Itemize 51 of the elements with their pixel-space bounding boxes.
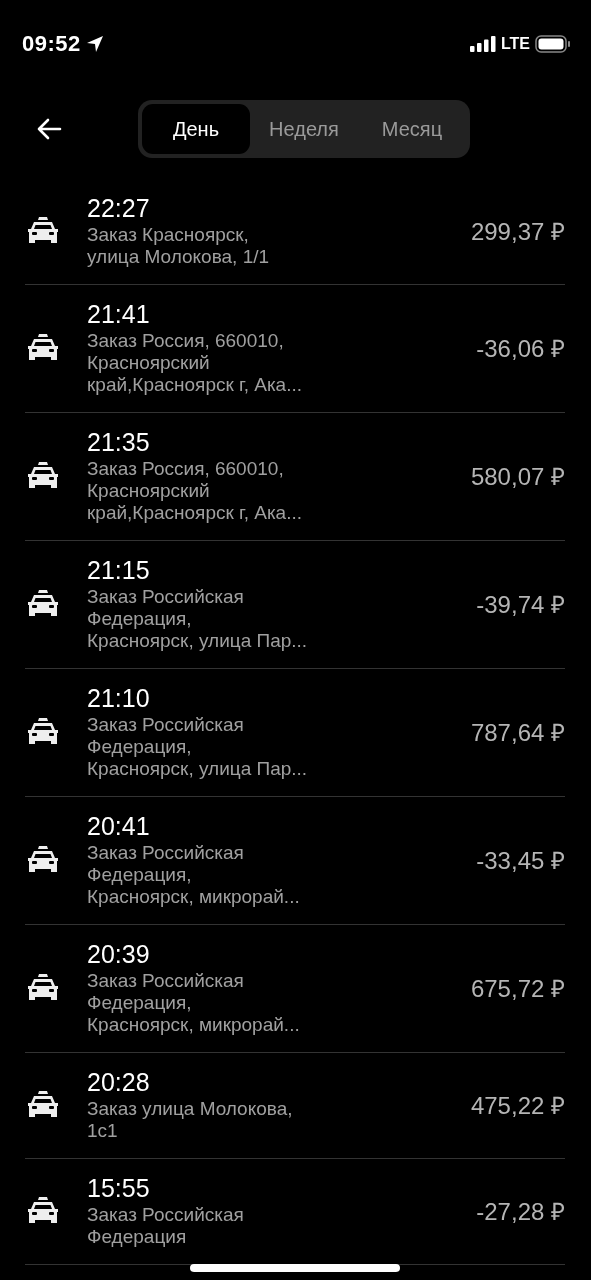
order-address: Заказ Красноярск, улица Молокова, 1/1 bbox=[87, 224, 271, 268]
order-amount: -33,45 ₽ bbox=[476, 845, 565, 876]
order-time: 20:41 bbox=[87, 811, 151, 842]
taxi-icon bbox=[27, 461, 59, 489]
network-type: LTE bbox=[500, 35, 530, 53]
order-row[interactable]: 20:39 Заказ Российская Федерация, Красноярск, микрорай... 675,72 ₽ bbox=[25, 925, 565, 1053]
order-row[interactable]: 21:35 Заказ Россия, 660010, Красноярский край,Красноярск г, Ака... 580,07 ₽ bbox=[25, 413, 565, 541]
order-amount: 299,37 ₽ bbox=[470, 216, 565, 247]
order-amount: -27,28 ₽ bbox=[476, 1196, 565, 1227]
order-address: Заказ Российская Федерация, Красноярск, микрорай... bbox=[87, 842, 301, 908]
order-address: Заказ Россия, 660010, Красноярский край,Красноярск г, Ака... bbox=[87, 458, 304, 524]
order-address: Заказ Российская Федерация, Красноярск, улица Пар... bbox=[87, 586, 309, 652]
order-address: Заказ Российская Федерация, Красноярск, микрорай... bbox=[87, 970, 301, 1036]
order-address: Заказ Россия, 660010, Красноярский край,Красноярск г, Ака... bbox=[87, 330, 304, 396]
taxi-icon bbox=[27, 333, 59, 361]
order-time: 15:55 bbox=[87, 1173, 151, 1204]
status-time: 09:52 bbox=[22, 31, 81, 57]
period-tab[interactable]: Неделя bbox=[250, 104, 358, 154]
order-time: 21:41 bbox=[87, 299, 151, 330]
signal-icon bbox=[469, 36, 496, 52]
order-amount: 580,07 ₽ bbox=[470, 461, 565, 492]
order-amount: -36,06 ₽ bbox=[476, 333, 565, 364]
taxi-icon bbox=[27, 1090, 59, 1118]
taxi-icon bbox=[27, 589, 59, 617]
order-row[interactable]: 20:28 Заказ улица Молокова, 1с1 475,22 ₽ bbox=[25, 1053, 565, 1159]
order-time: 22:27 bbox=[87, 193, 151, 224]
order-amount: -39,74 ₽ bbox=[476, 589, 565, 620]
order-amount: 675,72 ₽ bbox=[470, 973, 565, 1004]
order-row[interactable]: 21:10 Заказ Российская Федерация, Красноярск, улица Пар... 787,64 ₽ bbox=[25, 669, 565, 797]
order-time: 21:35 bbox=[87, 427, 151, 458]
order-time: 20:39 bbox=[87, 939, 151, 970]
taxi-icon bbox=[27, 1196, 59, 1224]
taxi-icon bbox=[27, 973, 59, 1001]
taxi-icon bbox=[27, 216, 59, 244]
order-row[interactable]: 20:41 Заказ Российская Федерация, Красноярск, микрорай... -33,45 ₽ bbox=[25, 797, 565, 925]
order-amount: 787,64 ₽ bbox=[470, 717, 565, 748]
order-address: Заказ Российская Федерация, Красноярск, улица Пар... bbox=[87, 714, 309, 780]
period-tab[interactable]: День bbox=[142, 104, 250, 154]
taxi-icon bbox=[27, 717, 59, 745]
taxi-icon bbox=[27, 845, 59, 873]
order-address: Заказ Российская Федерация bbox=[87, 1204, 245, 1248]
order-amount: 475,22 ₽ bbox=[470, 1090, 565, 1121]
order-time: 21:15 bbox=[87, 555, 151, 586]
order-time: 20:28 bbox=[87, 1067, 151, 1098]
order-address: Заказ улица Молокова, 1с1 bbox=[87, 1098, 294, 1142]
order-row[interactable]: 22:27 Заказ Красноярск, улица Молокова, 1/1 299,37 ₽ bbox=[25, 188, 565, 285]
battery-icon bbox=[535, 35, 571, 53]
order-row[interactable]: 21:15 Заказ Российская Федерация, Красноярск, улица Пар... -39,74 ₽ bbox=[25, 541, 565, 669]
order-row[interactable]: 21:41 Заказ Россия, 660010, Красноярский край,Красноярск г, Ака... -36,06 ₽ bbox=[25, 285, 565, 413]
order-time: 21:10 bbox=[87, 683, 151, 714]
period-tab[interactable]: Месяц bbox=[358, 104, 466, 154]
